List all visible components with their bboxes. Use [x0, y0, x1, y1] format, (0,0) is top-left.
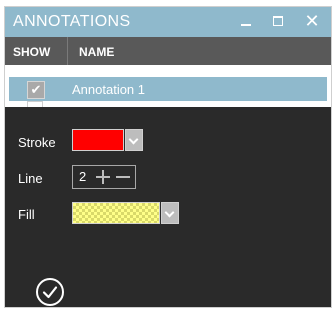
- title-bar[interactable]: ANNOTATIONS ✕: [5, 7, 331, 37]
- window-title: ANNOTATIONS: [13, 13, 131, 30]
- minimize-button[interactable]: [231, 7, 261, 37]
- confirm-button[interactable]: [36, 278, 64, 306]
- fill-color-swatch[interactable]: [72, 202, 160, 224]
- stroke-label: Stroke: [18, 135, 56, 150]
- line-width-stepper: 2: [72, 165, 136, 189]
- fill-label: Fill: [18, 207, 35, 222]
- chevron-down-icon: [128, 134, 139, 145]
- check-circle-icon: [42, 286, 58, 299]
- decrease-button[interactable]: [114, 166, 132, 188]
- column-header-show[interactable]: SHOW: [13, 45, 50, 59]
- stroke-color-dropdown[interactable]: [125, 129, 143, 151]
- grid-header: SHOW NAME: [5, 37, 331, 65]
- maximize-button[interactable]: [263, 7, 293, 37]
- minimize-icon: [241, 24, 251, 26]
- line-label: Line: [18, 171, 43, 186]
- annotations-window: ANNOTATIONS ✕ SHOW NAME ✔ Annotation 1 S…: [5, 7, 331, 307]
- show-checkbox[interactable]: ✔: [27, 81, 45, 99]
- fill-color-picker: [72, 202, 179, 224]
- close-icon: ✕: [304, 11, 320, 31]
- stroke-color-picker: [72, 129, 143, 151]
- annotation-list: ✔ Annotation 1: [5, 65, 331, 108]
- column-divider[interactable]: [67, 37, 68, 65]
- annotation-name: Annotation 1: [72, 82, 146, 97]
- increase-button[interactable]: [94, 166, 112, 188]
- close-button[interactable]: ✕: [297, 7, 327, 37]
- line-width-value[interactable]: 2: [79, 169, 86, 184]
- properties-panel: Stroke Line 2 Fill: [5, 107, 331, 307]
- list-item[interactable]: ✔ Annotation 1: [9, 77, 327, 101]
- maximize-icon: [273, 16, 283, 26]
- stroke-color-swatch[interactable]: [72, 129, 124, 151]
- chevron-down-icon: [164, 207, 175, 218]
- fill-color-dropdown[interactable]: [161, 202, 179, 224]
- column-header-name[interactable]: NAME: [79, 45, 114, 59]
